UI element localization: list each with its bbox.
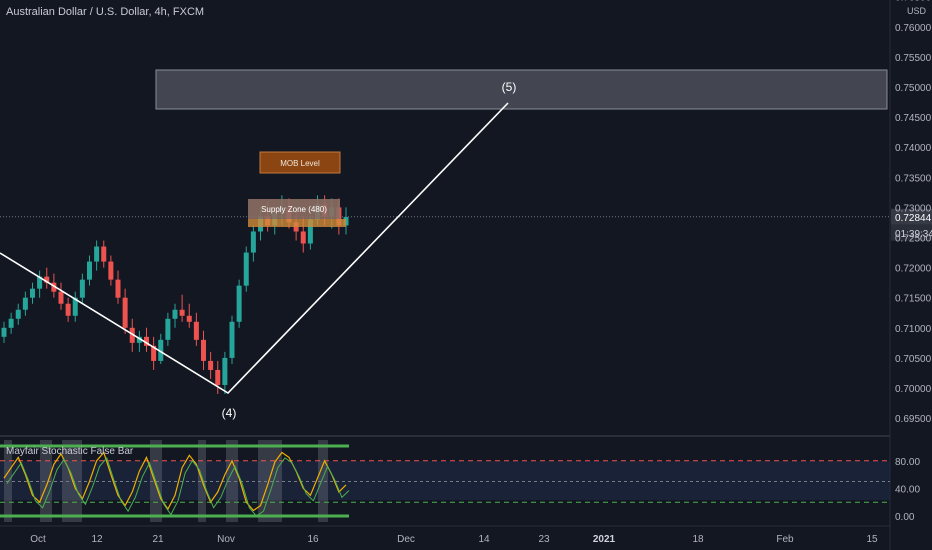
candle-body [15, 309, 21, 319]
candle-body [186, 315, 192, 322]
candle-body [179, 309, 185, 316]
price-tick-label: 0.71000 [895, 324, 932, 335]
candle-body [1, 327, 7, 337]
time-tick-label: 21 [152, 534, 164, 545]
time-tick-label: 14 [478, 534, 490, 545]
candle-body [8, 318, 14, 328]
time-tick-label: Oct [30, 534, 46, 545]
candle-body [236, 285, 242, 322]
candle-body [58, 291, 64, 304]
candle-body [101, 246, 107, 262]
candle-body [87, 261, 92, 280]
target-zone-box [155, 69, 888, 110]
stochastic-pane: 80.00 40.00 0.00 [0, 440, 920, 523]
mob-level-label: MOB Level [280, 159, 320, 168]
candle-body [300, 231, 306, 244]
price-tick-label: 0.75500 [895, 53, 932, 64]
supply-zone-band [248, 219, 346, 227]
time-tick-label: 18 [692, 534, 704, 545]
stoch-tick-label: 80.00 [895, 457, 920, 468]
time-tick-label: 23 [538, 534, 550, 545]
wave-5-label: (5) [502, 80, 517, 94]
candle-body [172, 309, 178, 319]
wave-4-label: (4) [222, 406, 237, 420]
price-tick-label: 0.73500 [895, 173, 932, 184]
chart-canvas[interactable]: (4)(5)MOB LevelSupply Zone (480)0.728440… [0, 0, 932, 550]
time-tick-label: 12 [91, 534, 103, 545]
time-axis[interactable]: Oct 12 21 Nov 16 Dec 14 23 2021 18 Feb 15 [30, 534, 878, 545]
candle-body [222, 357, 228, 385]
price-tick-label: 0.74500 [895, 113, 932, 124]
price-tick-label: 0.70000 [895, 384, 932, 395]
price-axis[interactable]: 0.770000.765000.760000.755000.750000.745… [895, 0, 932, 425]
price-tick-label: 0.75000 [895, 83, 932, 94]
candle-body [65, 303, 71, 316]
supply-zone-label: Supply Zone (480) [261, 205, 327, 214]
price-tick-label: 0.74000 [895, 143, 932, 154]
time-tick-label: Dec [397, 534, 415, 545]
candle-body [108, 261, 114, 280]
currency-label: USD [907, 6, 927, 16]
price-tick-label: 0.72000 [895, 264, 932, 275]
time-tick-label: 16 [307, 534, 319, 545]
candle-body [122, 297, 128, 328]
candle-body [229, 321, 235, 358]
candle-body [201, 339, 206, 361]
time-tick-label: Nov [217, 534, 235, 545]
time-tick-label: 2021 [593, 534, 616, 545]
stoch-tick-label: 40.00 [895, 484, 920, 495]
time-tick-label: Feb [776, 534, 794, 545]
candle-body [79, 279, 85, 298]
price-tick-label: 0.76000 [895, 23, 932, 34]
candle-body [22, 297, 28, 310]
stoch-band [0, 461, 890, 500]
candle-body [215, 369, 221, 385]
price-tick-label: 0.76500 [895, 0, 932, 4]
candle-body [193, 321, 199, 340]
candle-body [250, 231, 256, 253]
price-tick-label: 0.71500 [895, 294, 932, 305]
chart-container: (4) (5) MOB Level Supply Zone (480) 0.72844 0… [0, 0, 932, 550]
target-zone-layer [155, 69, 888, 110]
candle-body [115, 279, 121, 298]
candle-body [208, 360, 214, 370]
candle-body [165, 318, 171, 340]
price-tick-label: 0.69500 [895, 414, 932, 425]
candle-body [94, 246, 100, 262]
overlays-layer: (4)(5)MOB LevelSupply Zone (480)0.728440… [0, 80, 932, 420]
chart-title: Australian Dollar / U.S. Dollar, 4h, FXC… [6, 6, 205, 18]
candle-body [30, 288, 35, 298]
indicator-title: Mayfair Stochastic False Bar [6, 446, 134, 457]
price-tick-label: 0.73000 [895, 203, 932, 214]
price-tick-label: 0.70500 [895, 354, 932, 365]
price-tick-label: 0.72500 [895, 234, 932, 245]
time-tick-label: 15 [866, 534, 878, 545]
stoch-tick-label: 0.00 [895, 512, 915, 523]
candle-body [243, 252, 249, 286]
last-price-value: 0.72844 [895, 213, 932, 224]
